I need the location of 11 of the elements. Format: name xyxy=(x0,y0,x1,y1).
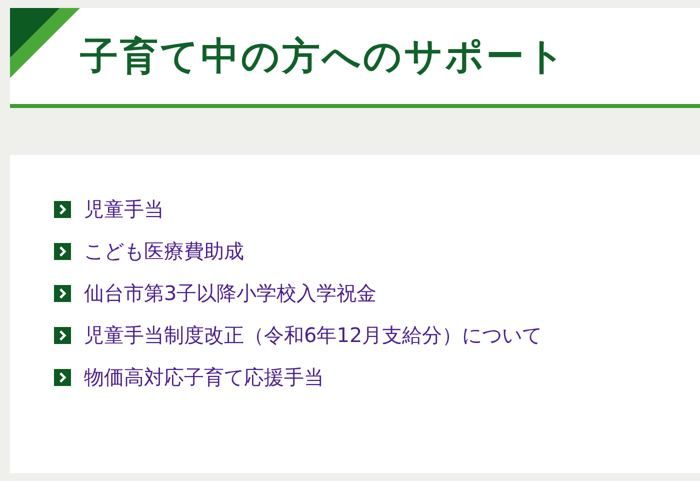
chevron-icon xyxy=(54,368,71,386)
link[interactable]: 児童手当制度改正（令和6年12月支給分）について xyxy=(84,322,542,348)
link[interactable]: こども医療費助成 xyxy=(84,238,244,264)
chevron-icon xyxy=(54,326,71,344)
link[interactable]: 児童手当 xyxy=(84,196,164,222)
link[interactable]: 物価高対応子育て応援手当 xyxy=(84,364,324,390)
link[interactable]: 仙台市第3子以降小学校入学祝金 xyxy=(84,280,377,306)
page-title: 子育て中の方へのサポート xyxy=(80,32,567,80)
chevron-icon xyxy=(54,242,71,260)
chevron-icon xyxy=(54,200,71,218)
chevron-icon xyxy=(54,284,71,302)
